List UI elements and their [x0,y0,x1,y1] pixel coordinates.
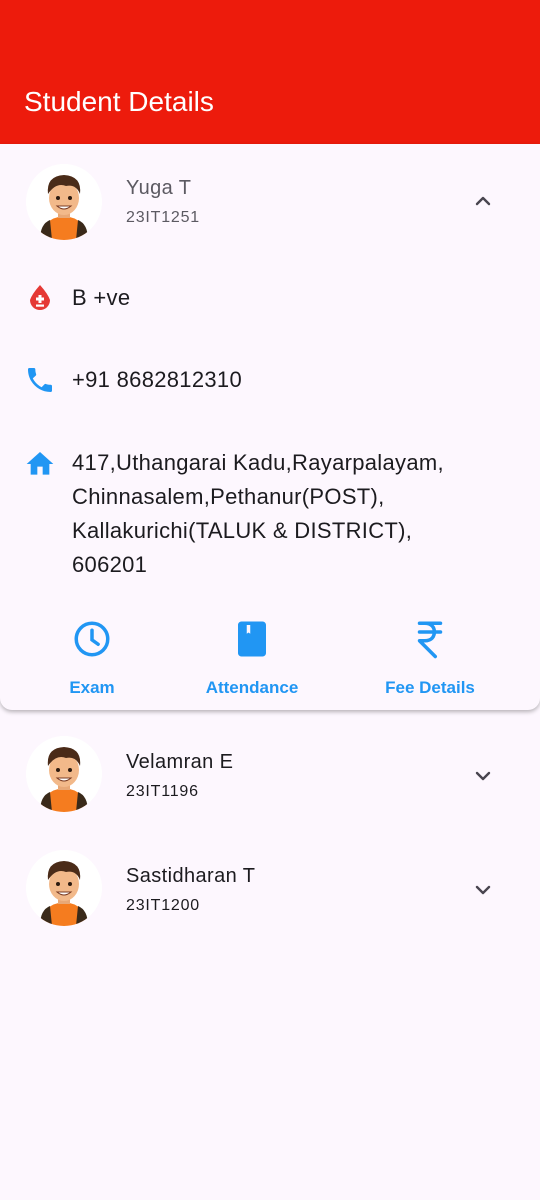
fee-details-button[interactable]: Fee Details [355,618,505,698]
page-title: Student Details [24,86,214,117]
attendance-label: Attendance [205,678,299,697]
address-line: Chinnasalem,Pethanur(POST), [72,484,385,509]
student-name: Sastidharan T [126,865,256,887]
phone-number[interactable]: +91 8682812310 [72,363,242,397]
avatar [26,850,102,926]
exam-button[interactable]: Exam [17,618,167,698]
student-name: Velamran E [126,751,234,773]
exam-label: Exam [69,678,115,697]
avatar [26,164,102,240]
book-icon [238,621,266,657]
chevron-up-icon[interactable] [471,189,495,213]
home-icon [24,448,56,480]
blood-drop-icon [24,282,56,314]
avatar [26,736,102,812]
blood-group: B +ve [72,285,131,310]
chevron-down-icon[interactable] [471,878,495,902]
student-roll: 23IT1251 [126,209,201,226]
address-line: 606201 [72,552,148,577]
chevron-down-icon[interactable] [471,764,495,788]
student-roll: 23IT1196 [126,783,199,800]
clock-icon [74,621,110,657]
app-bar: Student Details [0,0,540,144]
fee-details-label: Fee Details [385,678,475,697]
address-line: 417,Uthangarai Kadu,Rayarpalayam, [72,450,444,475]
student-roll: 23IT1200 [126,897,201,914]
phone-icon [24,364,56,396]
rupee-icon [417,621,443,659]
student-card-expanded: Yuga T 23IT1251 B +ve +91 8682812310 417… [0,144,540,710]
student-name: Yuga T [126,177,192,199]
address-line: Kallakurichi(TALUK & DISTRICT), [72,518,413,543]
attendance-button[interactable]: Attendance [177,618,327,698]
address: 417,Uthangarai Kadu,Rayarpalayam, Chinna… [72,446,444,582]
